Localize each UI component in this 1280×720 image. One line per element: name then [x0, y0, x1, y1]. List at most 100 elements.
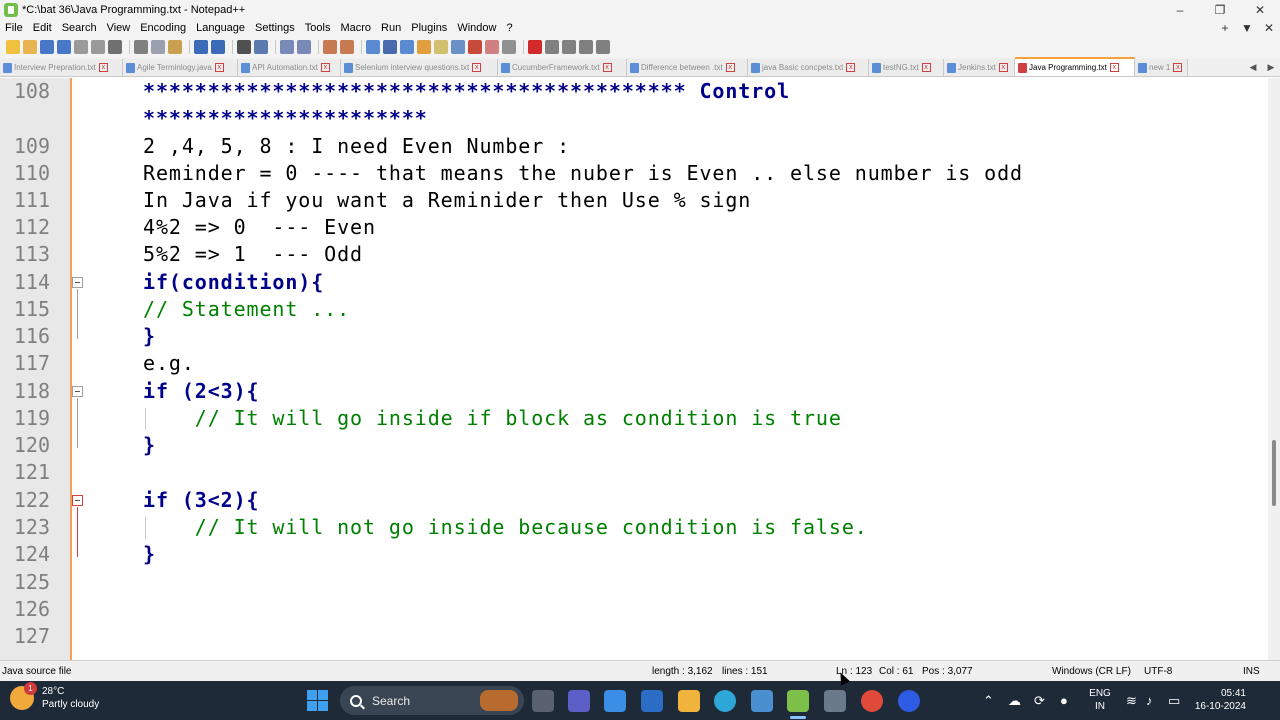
sync-vertical-icon[interactable] [323, 40, 337, 54]
tab-agile-terminlogy[interactable]: Agile Terminlogy.java x [123, 59, 238, 76]
save-macro-icon[interactable] [596, 40, 610, 54]
task-view-icon[interactable] [532, 690, 554, 712]
tab-scroll-left-icon[interactable]: ◀ [1244, 62, 1262, 73]
sync-icon[interactable]: ⟳ [1034, 693, 1045, 709]
menu-file[interactable]: File [0, 22, 28, 34]
show-all-characters-icon[interactable] [383, 40, 397, 54]
status-eol-format[interactable]: Windows (CR LF) [1052, 666, 1131, 677]
tab-close-icon[interactable]: x [846, 63, 856, 72]
tab-close-icon[interactable]: x [1109, 63, 1119, 72]
close-file-icon[interactable] [74, 40, 88, 54]
vertical-scrollbar[interactable] [1268, 78, 1280, 660]
maximize-button[interactable]: ❐ [1200, 0, 1240, 20]
tab-close-icon[interactable]: x [1173, 63, 1183, 72]
record-macro-icon[interactable] [528, 40, 542, 54]
menu-settings[interactable]: Settings [250, 22, 300, 34]
folder-as-workspace-icon[interactable] [468, 40, 482, 54]
fold-collapse-icon[interactable] [72, 495, 83, 506]
show-hidden-icons-chevron-icon[interactable]: ⌃ [983, 693, 994, 709]
tab-jenkins[interactable]: Jenkins.txt x [944, 59, 1015, 76]
save-all-icon[interactable] [57, 40, 71, 54]
copy-icon[interactable] [151, 40, 165, 54]
microsoft-store-icon[interactable] [641, 690, 663, 712]
fold-collapse-icon[interactable] [72, 277, 83, 288]
tab-java-basic-concpets[interactable]: java Basic concpets.txt x [748, 59, 869, 76]
scrollbar-thumb[interactable] [1272, 440, 1276, 506]
microphone-icon[interactable]: ● [1060, 693, 1068, 708]
chrome-icon[interactable] [861, 690, 883, 712]
tab-close-icon[interactable]: x [998, 63, 1008, 72]
run-macro-multiple-icon[interactable] [579, 40, 593, 54]
zoom-out-icon[interactable] [297, 40, 311, 54]
cloud-icon[interactable]: ☁ [1008, 693, 1021, 709]
tab-testng[interactable]: testNG.txt x [869, 59, 944, 76]
save-icon[interactable] [40, 40, 54, 54]
app-taskbar-icon[interactable] [824, 690, 846, 712]
system-clock[interactable]: 05:41 16-10-2024 [1190, 687, 1246, 713]
wifi-icon[interactable]: ≋ [1126, 693, 1137, 709]
code-editor[interactable]: 108 ************************************… [0, 78, 1268, 660]
tab-api-automation[interactable]: API Automation.txt x [238, 59, 341, 76]
tab-java-programming[interactable]: Java Programming.txt x [1015, 57, 1135, 76]
tab-scroll-right-icon[interactable]: ▶ [1262, 62, 1280, 73]
tab-selenium-interview-questions[interactable]: Selenium interview questions.txt x [341, 59, 498, 76]
find-icon[interactable] [237, 40, 251, 54]
tab-interview-prepration[interactable]: Interview Prepration.txt x [0, 59, 123, 76]
edge-browser-icon[interactable] [714, 690, 736, 712]
tab-close-icon[interactable]: x [921, 63, 931, 72]
zoom-icon[interactable] [898, 690, 920, 712]
tab-close-icon[interactable]: x [472, 63, 482, 72]
notepad-plus-plus-taskbar-icon[interactable] [787, 690, 809, 712]
tab-cucumber-framework[interactable]: CucumberFramework.txt x [498, 59, 627, 76]
file-explorer-icon[interactable] [678, 690, 700, 712]
menu-search[interactable]: Search [57, 22, 102, 34]
tab-close-icon[interactable]: x [725, 63, 735, 72]
language-udl-icon[interactable] [417, 40, 431, 54]
preview-icon[interactable] [502, 40, 516, 54]
copilot-icon[interactable] [604, 690, 626, 712]
input-language-indicator[interactable]: ENG IN [1086, 687, 1114, 713]
menu-encoding[interactable]: Encoding [135, 22, 191, 34]
volume-icon[interactable]: ♪ [1146, 693, 1153, 708]
menu-edit[interactable]: Edit [28, 22, 57, 34]
menu-macro[interactable]: Macro [335, 22, 376, 34]
stop-macro-icon[interactable] [545, 40, 559, 54]
sync-horizontal-icon[interactable] [340, 40, 354, 54]
redo-icon[interactable] [211, 40, 225, 54]
cut-icon[interactable] [134, 40, 148, 54]
new-tab-plus-icon[interactable]: + [1214, 21, 1236, 35]
tab-difference-between[interactable]: Difference between .txt x [627, 59, 748, 76]
menu-window[interactable]: Window [452, 22, 501, 34]
document-map-icon[interactable] [434, 40, 448, 54]
tab-close-icon[interactable]: x [98, 63, 108, 72]
menu-run[interactable]: Run [376, 22, 406, 34]
battery-icon[interactable]: ▭ [1168, 693, 1180, 709]
weather-widget[interactable]: 1 28°C Partly cloudy [10, 682, 99, 711]
windows-start-icon[interactable] [307, 690, 328, 711]
tab-close-icon[interactable]: x [602, 63, 612, 72]
print-icon[interactable] [108, 40, 122, 54]
close-all-icon[interactable] [91, 40, 105, 54]
menu-tools[interactable]: Tools [300, 22, 336, 34]
word-wrap-icon[interactable] [366, 40, 380, 54]
fold-collapse-icon[interactable] [72, 386, 83, 397]
snipping-tool-icon[interactable] [751, 690, 773, 712]
monitoring-icon[interactable] [485, 40, 499, 54]
play-macro-icon[interactable] [562, 40, 576, 54]
close-button[interactable]: ✕ [1240, 0, 1280, 20]
tab-close-icon[interactable]: x [214, 63, 224, 72]
open-file-icon[interactable] [23, 40, 37, 54]
tab-list-dropdown-icon[interactable]: ▼ [1236, 21, 1258, 35]
menu-language[interactable]: Language [191, 22, 250, 34]
new-file-icon[interactable] [6, 40, 20, 54]
paste-icon[interactable] [168, 40, 182, 54]
indent-guide-icon[interactable] [400, 40, 414, 54]
menu-view[interactable]: View [102, 22, 136, 34]
function-list-icon[interactable] [451, 40, 465, 54]
menu-plugins[interactable]: Plugins [406, 22, 452, 34]
tab-new-1[interactable]: new 1 x [1135, 59, 1188, 76]
menu-help[interactable]: ? [501, 22, 517, 34]
zoom-in-icon[interactable] [280, 40, 294, 54]
close-document-icon[interactable]: ✕ [1258, 21, 1280, 35]
teams-icon[interactable] [568, 690, 590, 712]
